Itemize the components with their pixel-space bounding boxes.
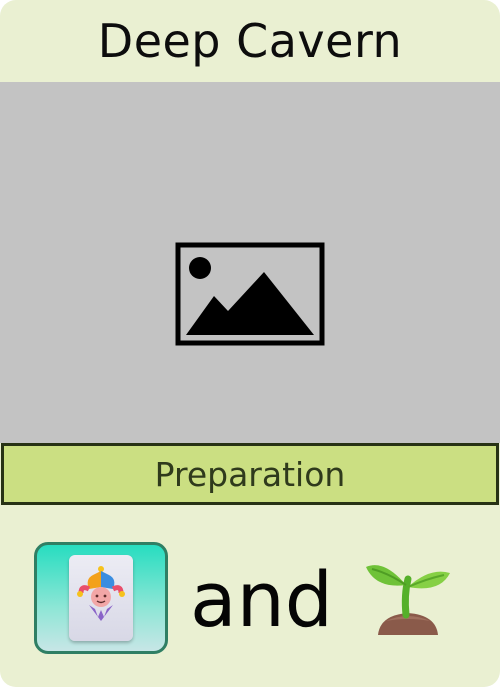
connector-word: and xyxy=(190,554,333,644)
jester-face-icon xyxy=(77,566,125,621)
card-type-band: Preparation xyxy=(1,443,499,505)
requirement-row: and xyxy=(0,505,500,687)
game-card[interactable]: Deep Cavern Preparation and xyxy=(0,0,500,687)
seedling-icon xyxy=(366,565,450,635)
card-art xyxy=(0,82,500,443)
jester-card-tile[interactable] xyxy=(34,542,168,654)
card-title: Deep Cavern xyxy=(97,14,403,68)
jester-card-icon xyxy=(69,555,133,641)
image-placeholder-icon xyxy=(175,242,325,346)
